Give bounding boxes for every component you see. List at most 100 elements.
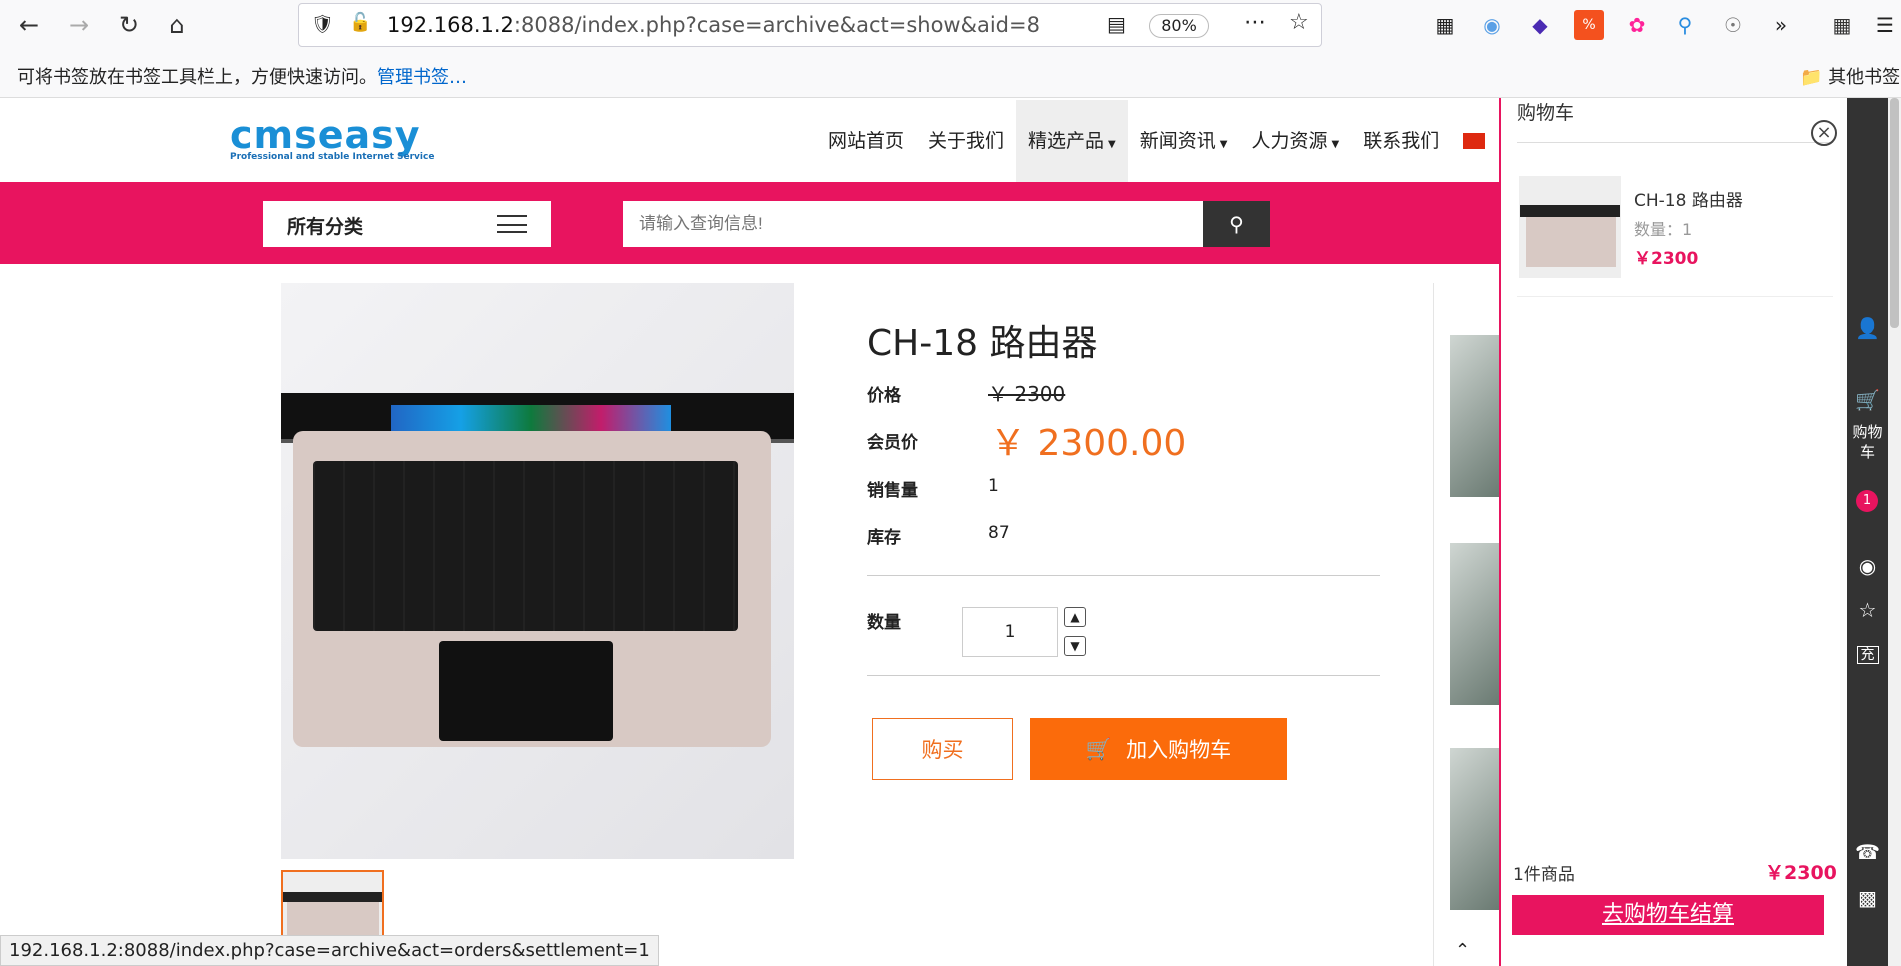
close-icon[interactable]: × [1811, 120, 1837, 146]
money-bag-icon[interactable]: ◉ [1847, 554, 1888, 578]
zoom-level[interactable]: 80% [1149, 14, 1209, 38]
sales-label: 销售量 [867, 481, 918, 501]
related-product-thumb[interactable] [1450, 543, 1500, 705]
stack-extension-icon[interactable]: ◆ [1525, 10, 1555, 40]
address-bar[interactable]: 🛡 🔓 192.168.1.2:8088/index.php?case=arch… [298, 3, 1322, 47]
related-product-thumb[interactable] [1450, 335, 1500, 497]
product-thumbnail[interactable] [281, 870, 384, 940]
laptop-body [293, 431, 771, 747]
add-to-cart-label: 加入购物车 [1126, 738, 1232, 762]
shield-icon[interactable]: 🛡 [311, 14, 334, 35]
rail-cart-label[interactable]: 购物车 [1847, 422, 1888, 462]
laptop-keyboard [313, 461, 738, 631]
quantity-input[interactable]: 1 [962, 607, 1058, 657]
user-icon[interactable]: 👤 [1847, 316, 1888, 340]
site-logo[interactable]: cmseasy Professional and stable Internet… [230, 116, 460, 162]
sales-value: 1 [988, 476, 999, 496]
divider [1517, 142, 1833, 143]
china-flag-icon[interactable] [1463, 133, 1485, 149]
cart-icon[interactable]: 🛒 [1847, 388, 1888, 412]
caret-down-icon: ▼ [1219, 139, 1228, 150]
nav-home[interactable]: 网站首页 [816, 100, 916, 182]
bookmark-star-icon[interactable]: ☆ [1289, 10, 1309, 35]
all-categories-button[interactable]: 所有分类 [263, 201, 551, 247]
home-icon[interactable]: ⌂ [160, 8, 194, 42]
caret-down-icon: ▼ [1108, 139, 1116, 150]
search-box [623, 201, 1203, 247]
cart-item-image[interactable] [1519, 176, 1621, 278]
quantity-up-icon[interactable]: ▲ [1064, 607, 1086, 627]
quantity-label: 数量 [867, 613, 901, 633]
cart-count-badge: 1 [1856, 490, 1878, 512]
cart-item-price: ￥2300 [1634, 249, 1699, 269]
bookmarks-hint: 可将书签放在书签工具栏上，方便快速访问。管理书签… [17, 67, 467, 88]
nav-products[interactable]: 精选产品 ▼ [1016, 100, 1128, 182]
divider [867, 675, 1380, 676]
support-icon[interactable]: ☎ [1847, 840, 1888, 864]
search-input[interactable] [623, 201, 1203, 247]
hamburger-icon [497, 215, 527, 233]
insecure-lock-icon[interactable]: 🔓 [349, 12, 371, 33]
url-text[interactable]: 192.168.1.2:8088/index.php?case=archive&… [387, 13, 1040, 37]
cart-drawer: 购物车 × CH-18 路由器 数量：1 ￥2300 1件商品 ￥2300 去购… [1499, 98, 1847, 966]
translate-extension-icon[interactable]: % [1574, 10, 1604, 40]
page-scrollbar[interactable] [1888, 98, 1901, 966]
nav-about[interactable]: 关于我们 [916, 100, 1016, 182]
cart-icon: 🛒 [1085, 736, 1113, 761]
overflow-chevron-icon[interactable]: » [1766, 10, 1796, 40]
checkout-button[interactable]: 去购物车结算 [1512, 895, 1824, 935]
qrcode-icon[interactable]: ▩ [1847, 886, 1888, 910]
side-toolbar: 👤 🛒 购物车 1 ◉ ☆ 充 ☎ ▩ [1847, 98, 1888, 966]
star-icon[interactable]: ☆ [1847, 598, 1888, 622]
laptop-trackpad [439, 641, 613, 741]
manage-bookmarks-link[interactable]: 管理书签… [377, 67, 467, 88]
folder-icon: 📁 [1800, 67, 1823, 88]
nav-hr[interactable]: 人力资源 ▼ [1239, 100, 1351, 182]
circle-extension-icon[interactable]: ◉ [1477, 10, 1507, 40]
reload-icon[interactable]: ↻ [112, 8, 146, 42]
extensions-icon[interactable]: ▦ [1827, 10, 1857, 40]
page-actions-icon[interactable]: ⋯ [1244, 10, 1266, 35]
search-icon: ⚲ [1229, 212, 1244, 236]
member-price-label: 会员价 [867, 433, 918, 453]
bookmarks-bar: 可将书签放在书签工具栏上，方便快速访问。管理书签… 📁 其他书签 [0, 50, 1901, 98]
column-divider [1433, 283, 1434, 966]
user-extension-icon[interactable]: ☉ [1718, 10, 1748, 40]
cluster-extension-icon[interactable]: ✿ [1622, 10, 1652, 40]
category-label: 所有分类 [287, 216, 364, 238]
main-nav: 网站首页 关于我们 精选产品 ▼ 新闻资讯 ▼ 人力资源 ▼ 联系我们 [816, 100, 1451, 182]
forward-icon[interactable]: → [62, 8, 96, 42]
stock-value: 87 [988, 523, 1010, 543]
cart-item-name[interactable]: CH-18 路由器 [1634, 186, 1743, 211]
member-price-value: ￥ 2300.00 [990, 423, 1187, 464]
product-title: CH-18 路由器 [867, 323, 1098, 364]
reader-view-icon[interactable]: ▤ [1107, 12, 1126, 36]
search-button[interactable]: ⚲ [1203, 201, 1270, 247]
logo-tagline: Professional and stable Internet Service [230, 152, 435, 162]
price-label: 价格 [867, 386, 901, 406]
buy-button[interactable]: 购买 [872, 718, 1013, 780]
nav-news[interactable]: 新闻资讯 ▼ [1128, 100, 1240, 182]
product-image[interactable] [281, 283, 794, 859]
browser-toolbar: ← → ↻ ⌂ 🛡 🔓 192.168.1.2:8088/index.php?c… [0, 0, 1901, 50]
back-icon[interactable]: ← [12, 8, 46, 42]
related-product-thumb[interactable] [1450, 748, 1500, 910]
pin-extension-icon[interactable]: ⚲ [1670, 10, 1700, 40]
library-icon[interactable]: ▦ [1430, 10, 1460, 40]
status-bar: 192.168.1.2:8088/index.php?case=archive&… [0, 935, 659, 966]
nav-contact[interactable]: 联系我们 [1351, 100, 1451, 182]
menu-icon[interactable]: ☰ [1870, 10, 1900, 40]
recharge-icon[interactable]: 充 [1847, 644, 1888, 664]
scroll-up-icon[interactable]: ⌃ [1455, 940, 1470, 961]
stock-label: 库存 [867, 528, 901, 548]
price-value: ￥ 2300 [988, 382, 1066, 406]
cart-item-quantity: 数量：1 [1634, 220, 1693, 239]
add-to-cart-button[interactable]: 🛒 加入购物车 [1030, 718, 1287, 780]
divider [1517, 296, 1833, 297]
caret-down-icon: ▼ [1331, 139, 1340, 150]
cart-total-count: 1件商品 [1513, 865, 1575, 885]
divider [867, 575, 1380, 576]
cart-total-price: ￥2300 [1765, 862, 1837, 884]
other-bookmarks[interactable]: 📁 其他书签 [1800, 63, 1900, 89]
quantity-down-icon[interactable]: ▼ [1064, 636, 1086, 656]
